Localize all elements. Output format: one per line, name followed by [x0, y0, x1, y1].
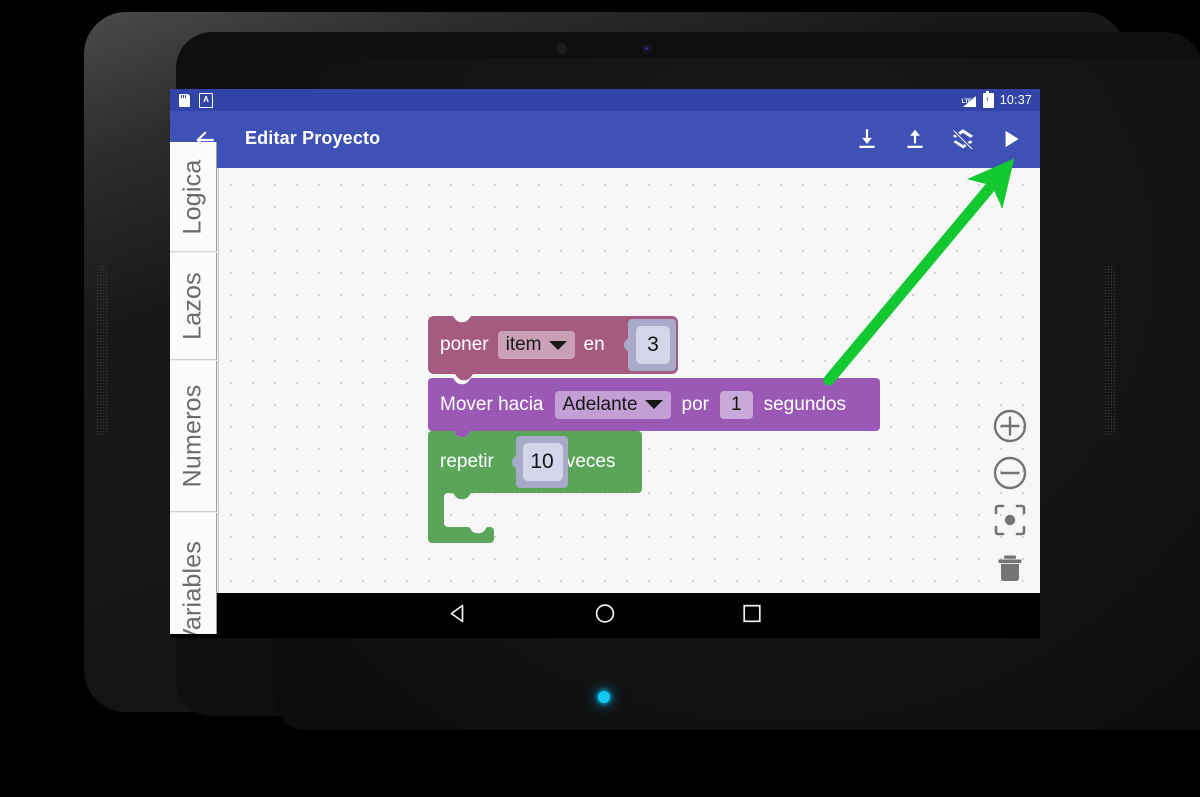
- speaker-grille-left: [96, 265, 108, 437]
- block-repetir-label-2: veces: [565, 451, 616, 472]
- status-bar-clock: 10:37: [999, 93, 1032, 107]
- chevron-down-icon: [548, 340, 567, 350]
- toolbox-categories: Logica Lazos Numeros Variables: [170, 142, 219, 634]
- toolbox-tab-variables-label: Variables: [178, 540, 207, 634]
- run-button[interactable]: [998, 126, 1024, 152]
- nav-recents-button[interactable]: [740, 601, 764, 630]
- block-poner-variable-dropdown[interactable]: item: [497, 331, 575, 359]
- tablet-screen: A LTE 10:37 Editar Proyecto poner item e…: [170, 89, 1040, 634]
- lte-signal-icon: LTE: [962, 94, 977, 107]
- block-repetir-count-value: 10: [530, 450, 554, 473]
- toolbox-tab-logica[interactable]: Logica: [170, 142, 217, 252]
- download-button[interactable]: [854, 126, 880, 152]
- blockly-workspace-canvas[interactable]: poner item en 3 Mover hacia Adelante por…: [170, 168, 1040, 593]
- status-bar-left-icons: A: [179, 93, 213, 108]
- toolbox-tab-variables[interactable]: Variables: [170, 513, 217, 634]
- toolbox-tab-lazos-label: Lazos: [178, 272, 207, 340]
- block-mover-duration-input[interactable]: 1: [719, 390, 753, 419]
- app-bar: Editar Proyecto: [170, 111, 1040, 168]
- block-poner-dropdown-value: item: [505, 334, 542, 355]
- toolbox-tab-lazos[interactable]: Lazos: [170, 253, 217, 360]
- status-bar-right: LTE 10:37: [962, 90, 1032, 109]
- app-bar-actions: [854, 126, 1024, 152]
- block-mover-direction-dropdown[interactable]: Adelante: [554, 390, 671, 419]
- block-repetir-label-1: repetir: [440, 451, 494, 472]
- toolbox-tab-numeros[interactable]: Numeros: [170, 361, 217, 512]
- nav-home-button[interactable]: [593, 601, 617, 630]
- android-navigation-bar: [170, 593, 1040, 638]
- block-mover-hacia[interactable]: Mover hacia Adelante por 1 segundos: [428, 378, 880, 438]
- toolbox-tab-numeros-label: Numeros: [178, 384, 207, 488]
- sd-card-icon: [179, 94, 190, 107]
- notification-led-icon: [598, 691, 610, 703]
- ambient-sensor-icon: [642, 44, 651, 53]
- block-mover-label-3: segundos: [763, 393, 846, 415]
- android-status-bar: A LTE 10:37: [170, 89, 1040, 111]
- block-mover-label-1: Mover hacia: [440, 393, 544, 415]
- front-camera-icon: [556, 43, 567, 54]
- block-poner-value: 3: [647, 333, 659, 356]
- block-mover-label-2: por: [681, 393, 709, 415]
- upload-button[interactable]: [902, 126, 928, 152]
- zoom-out-button[interactable]: [992, 455, 1028, 491]
- block-poner-variable[interactable]: poner item en 3: [428, 316, 678, 381]
- speaker-grille-right: [1104, 265, 1116, 437]
- nav-back-button[interactable]: [446, 601, 470, 630]
- center-workspace-button[interactable]: [992, 502, 1028, 538]
- block-poner-label-2: en: [583, 334, 605, 355]
- block-mover-dropdown-value: Adelante: [562, 393, 638, 415]
- zoom-in-button[interactable]: [992, 408, 1028, 444]
- delete-button[interactable]: [992, 550, 1028, 586]
- page-title: Editar Proyecto: [245, 128, 381, 148]
- signal-bars: [962, 95, 976, 107]
- block-repetir[interactable]: repetir veces 10: [428, 431, 642, 543]
- block-poner-label-1: poner: [440, 334, 489, 355]
- block-poner-value-slot[interactable]: 3: [624, 319, 676, 371]
- chevron-down-icon: [644, 400, 663, 409]
- block-mover-duration-value: 1: [730, 393, 742, 415]
- battery-charging-icon: [982, 90, 994, 108]
- block-repetir-count-slot[interactable]: 10: [512, 436, 568, 488]
- toolbox-tab-logica-label: Logica: [178, 159, 207, 234]
- screenshot-scene: A LTE 10:37 Editar Proyecto poner item e…: [0, 0, 1200, 797]
- layers-off-button[interactable]: [950, 126, 976, 152]
- adb-icon: A: [199, 93, 213, 108]
